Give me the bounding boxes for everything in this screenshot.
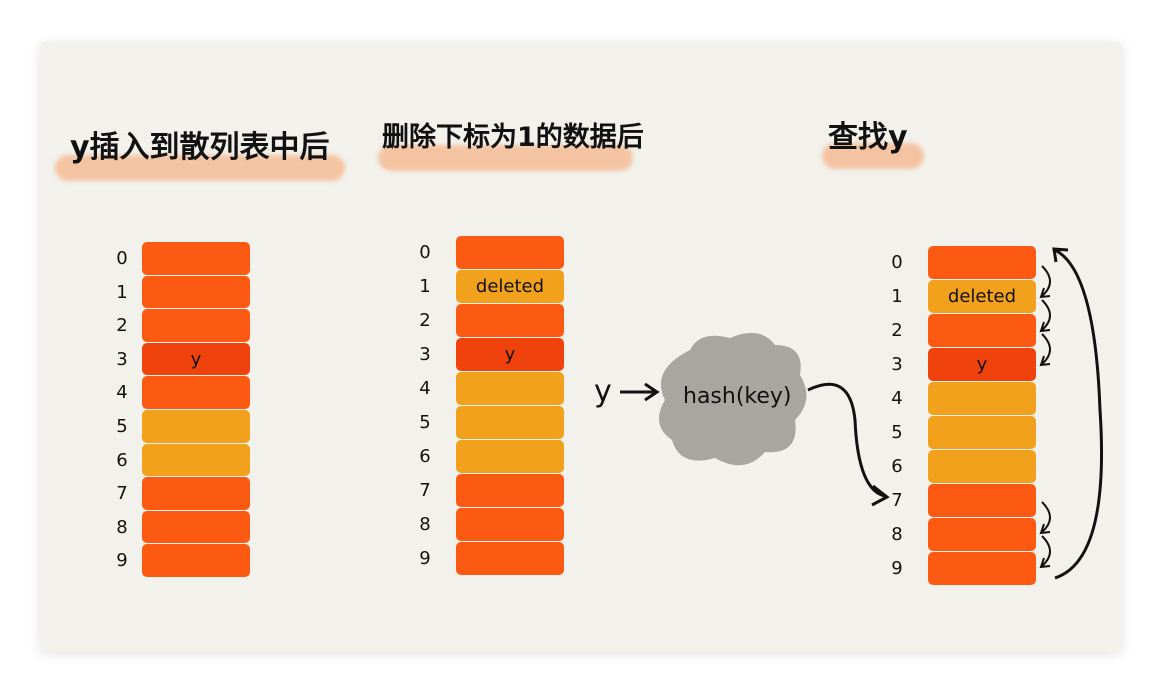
arrows-layer: [620, 247, 1104, 580]
hash-to-slot-arrow: [807, 382, 890, 507]
key-arrow: [620, 382, 660, 402]
wrap-around-arrow: [1052, 247, 1104, 580]
probe-arrows: [1039, 265, 1051, 569]
hash-function-label: hash(key): [683, 384, 792, 409]
key-label: y: [594, 374, 612, 409]
